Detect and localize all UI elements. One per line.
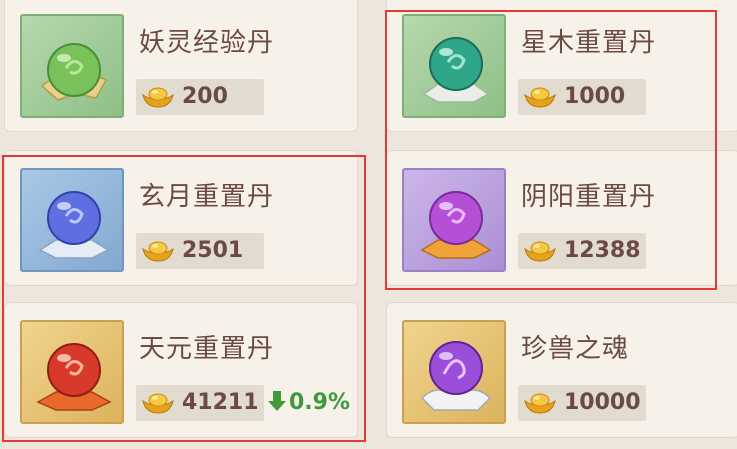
item-card-zhenshou-soul[interactable]: 珍兽之魂 10000 — [386, 302, 737, 438]
teal-orb-icon — [422, 37, 490, 103]
item-card-yaoling-exp[interactable]: 妖灵经验丹 200 — [4, 0, 358, 132]
item-icon-frame — [20, 168, 124, 272]
purple-orb-icon — [420, 191, 492, 259]
gold-ingot-icon — [524, 87, 556, 108]
price-value: 41211 — [182, 390, 259, 415]
item-name: 妖灵经验丹 — [139, 28, 275, 58]
price-tag: 10000 — [518, 385, 646, 421]
green-orb-icon — [40, 43, 108, 101]
item-name: 玄月重置丹 — [139, 182, 275, 212]
item-name: 星木重置丹 — [521, 28, 657, 58]
item-icon-frame — [402, 14, 506, 118]
item-name: 天元重置丹 — [139, 334, 275, 364]
item-icon-frame — [402, 320, 506, 424]
gold-ingot-icon — [524, 241, 556, 262]
price-value: 2501 — [182, 238, 244, 263]
price-trend-value: 0.9% — [289, 390, 351, 415]
item-icon-frame — [20, 320, 124, 424]
blue-orb-icon — [38, 191, 110, 259]
price-value: 10000 — [564, 390, 641, 415]
item-card-tianyuan-reset[interactable]: 天元重置丹 41211 0.9% — [4, 302, 358, 438]
item-card-xingmu-reset[interactable]: 星木重置丹 1000 — [386, 0, 737, 132]
price-tag: 2501 — [136, 233, 264, 269]
price-value: 12388 — [564, 238, 641, 263]
item-name: 阴阳重置丹 — [521, 182, 657, 212]
gold-ingot-icon — [524, 393, 556, 414]
item-icon-frame — [402, 168, 506, 272]
price-value: 200 — [182, 84, 228, 109]
price-tag: 12388 — [518, 233, 646, 269]
purple-spirit-orb-icon — [420, 341, 492, 411]
red-orb-icon — [36, 343, 112, 411]
item-name: 珍兽之魂 — [521, 334, 630, 364]
price-tag: 41211 — [136, 385, 264, 421]
item-card-xuanyue-reset[interactable]: 玄月重置丹 2501 — [4, 150, 358, 286]
item-card-yinyang-reset[interactable]: 阴阳重置丹 12388 — [386, 150, 737, 286]
arrow-down-icon — [268, 391, 286, 411]
price-trend: 0.9% — [267, 385, 350, 421]
gold-ingot-icon — [142, 393, 174, 414]
price-tag: 1000 — [518, 79, 646, 115]
price-value: 1000 — [564, 84, 626, 109]
item-icon-frame — [20, 14, 124, 118]
gold-ingot-icon — [142, 87, 174, 108]
price-tag: 200 — [136, 79, 264, 115]
gold-ingot-icon — [142, 241, 174, 262]
